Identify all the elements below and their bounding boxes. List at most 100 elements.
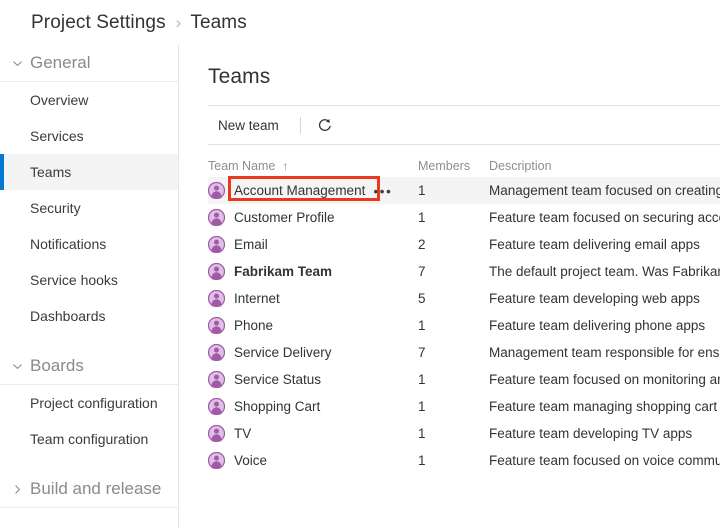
cell-description: Feature team delivering email apps (489, 237, 700, 252)
cell-team-name: Email (208, 236, 418, 253)
team-name-link[interactable]: Service Delivery (234, 345, 332, 360)
cell-members-count: 1 (418, 453, 426, 468)
team-avatar-icon (208, 344, 225, 361)
cell-team-name: Service Status (208, 371, 418, 388)
column-header-team-name[interactable]: Team Name ↑ (208, 159, 418, 173)
team-avatar-icon (208, 317, 225, 334)
team-name-wrapper: Customer Profile (234, 210, 335, 225)
table-row[interactable]: Service Delivery 7 Management team respons… (208, 339, 720, 366)
row-context-menu-icon[interactable]: ••• (373, 184, 392, 198)
cell-team-name: Phone (208, 317, 418, 334)
team-avatar-icon (208, 290, 225, 307)
team-name-link[interactable]: TV (234, 426, 251, 441)
team-avatar-icon (208, 425, 225, 442)
sidebar-item-dashboards[interactable]: Dashboards (0, 298, 178, 334)
refresh-icon[interactable] (312, 112, 338, 138)
sort-ascending-icon: ↑ (282, 159, 289, 173)
sidebar-item-service-hooks[interactable]: Service hooks (0, 262, 178, 298)
column-header-description[interactable]: Description (489, 159, 720, 173)
table-row[interactable]: Fabrikam Team 7 The default project team. … (208, 258, 720, 285)
cell-description: The default project team. Was Fabrikam F… (489, 264, 720, 279)
cell-team-name: Voice (208, 452, 418, 469)
table-row[interactable]: Voice 1 Feature team focused on voice comm… (208, 447, 720, 474)
cell-team-name: Fabrikam Team (208, 263, 418, 280)
cell-team-name: Service Delivery (208, 344, 418, 361)
table-row[interactable]: TV 1 Feature team developing TV apps (208, 420, 720, 447)
cell-members-count: 1 (418, 183, 426, 198)
column-header-members[interactable]: Members (418, 159, 489, 173)
sidebar-group-boards[interactable]: Boards (0, 348, 178, 385)
cell-members-count: 2 (418, 237, 426, 252)
team-name-wrapper: Phone (234, 318, 273, 333)
sidebar-group-label: Build and release (30, 479, 162, 498)
cell-description: Feature team developing TV apps (489, 426, 693, 441)
sidebar-item-team-configuration[interactable]: Team configuration (0, 421, 178, 457)
sidebar-group-spacer (0, 457, 178, 471)
table-header-row: Team Name ↑ Members Description (208, 155, 720, 177)
chevron-right-icon (8, 484, 26, 495)
team-name-link[interactable]: Internet (234, 291, 280, 306)
team-name-link[interactable]: Shopping Cart (234, 399, 320, 414)
team-name-link[interactable]: Service Status (234, 372, 321, 387)
chevron-down-icon (8, 58, 26, 69)
cell-description: Feature team managing shopping cart app (489, 399, 720, 414)
table-row[interactable]: Shopping Cart 1 Feature team managing shop… (208, 393, 720, 420)
sidebar-item-teams[interactable]: Teams (0, 154, 178, 190)
cell-members-count: 7 (418, 264, 426, 279)
cell-members-count: 1 (418, 399, 426, 414)
team-name-wrapper: Voice (234, 453, 267, 468)
cell-team-name: TV (208, 425, 418, 442)
table-row[interactable]: Account Management ••• 1 Management team fo… (208, 176, 720, 204)
cell-members-count: 1 (418, 210, 426, 225)
team-avatar-icon (208, 236, 225, 253)
sidebar-item-label: Services (30, 128, 84, 144)
cell-members-count: 1 (418, 372, 426, 387)
sidebar-group-build-and-release[interactable]: Build and release (0, 471, 178, 508)
sidebar-group-general[interactable]: General (0, 45, 178, 82)
team-name-link[interactable]: Voice (234, 453, 267, 468)
team-name-link[interactable]: Phone (234, 318, 273, 333)
cell-members-count: 1 (418, 426, 426, 441)
sidebar-item-overview[interactable]: Overview (0, 82, 178, 118)
sidebar-item-security[interactable]: Security (0, 190, 178, 226)
table-row[interactable]: Internet 5 Feature team developing web app… (208, 285, 720, 312)
chevron-down-icon (8, 361, 26, 372)
cell-team-name: Internet (208, 290, 418, 307)
cell-description: Management team responsible for ensure (489, 345, 720, 360)
sidebar-item-label: Security (30, 200, 81, 216)
sidebar-item-label: Team configuration (30, 431, 149, 447)
team-name-link[interactable]: Email (234, 237, 268, 252)
cell-description: Management team focused on creating an (489, 183, 720, 198)
breadcrumb-separator-icon: › (175, 13, 182, 32)
sidebar-group-spacer (0, 334, 178, 348)
sidebar-group-label: General (30, 53, 91, 72)
sidebar-item-label: Overview (30, 92, 89, 108)
team-name-link[interactable]: Fabrikam Team (234, 264, 332, 279)
team-avatar-icon (208, 398, 225, 415)
table-row[interactable]: Service Status 1 Feature team focused on m… (208, 366, 720, 393)
breadcrumb-root[interactable]: Project Settings (31, 12, 166, 34)
sidebar-group-label: Boards (30, 356, 84, 375)
sidebar-item-project-configuration[interactable]: Project configuration (0, 385, 178, 421)
team-name-link[interactable]: Account Management (234, 183, 365, 198)
sidebar-item-notifications[interactable]: Notifications (0, 226, 178, 262)
cell-team-name: Customer Profile (208, 209, 418, 226)
team-avatar-icon (208, 209, 225, 226)
table-row[interactable]: Email 2 Feature team delivering email apps (208, 231, 720, 258)
app-root: Project Settings › Teams General Overview… (0, 0, 720, 528)
table-body: Account Management ••• 1 Management team fo… (208, 176, 720, 474)
cell-description: Feature team focused on monitoring and (489, 372, 720, 387)
cell-members-count: 5 (418, 291, 426, 306)
sidebar-item-label: Dashboards (30, 308, 106, 324)
team-name-link[interactable]: Customer Profile (234, 210, 335, 225)
toolbar: New team (208, 105, 720, 145)
table-row[interactable]: Customer Profile 1 Feature team focused on… (208, 204, 720, 231)
sidebar: General Overview Services Teams Security Noti… (0, 45, 179, 528)
sidebar-item-services[interactable]: Services (0, 118, 178, 154)
cell-team-name: Shopping Cart (208, 398, 418, 415)
cell-description: Feature team focused on securing account (489, 210, 720, 225)
cell-description: Feature team developing web apps (489, 291, 700, 306)
table-row[interactable]: Phone 1 Feature team delivering phone apps (208, 312, 720, 339)
new-team-button[interactable]: New team (208, 110, 289, 140)
sidebar-item-label: Project configuration (30, 395, 158, 411)
